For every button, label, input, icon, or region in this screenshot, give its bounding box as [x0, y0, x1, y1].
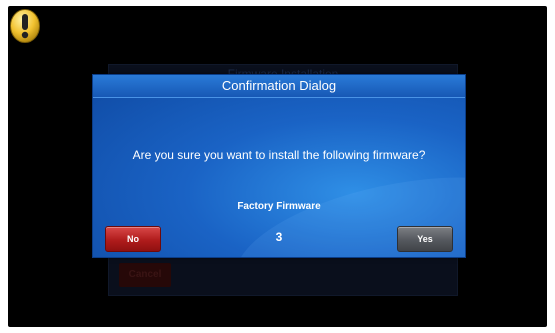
confirmation-dialog: Confirmation Dialog Are you sure you wan…: [92, 74, 466, 258]
touch-panel-screen: Firmware Installation Cancel Confirmatio…: [8, 6, 547, 327]
cancel-button: Cancel: [119, 263, 171, 287]
dialog-message: Are you sure you want to install the fol…: [132, 148, 426, 162]
warning-icon: [9, 8, 41, 44]
firmware-name: Factory Firmware: [237, 201, 321, 212]
yes-button[interactable]: Yes: [397, 226, 453, 252]
dialog-title: Confirmation Dialog: [93, 75, 465, 98]
no-button[interactable]: No: [105, 226, 161, 252]
